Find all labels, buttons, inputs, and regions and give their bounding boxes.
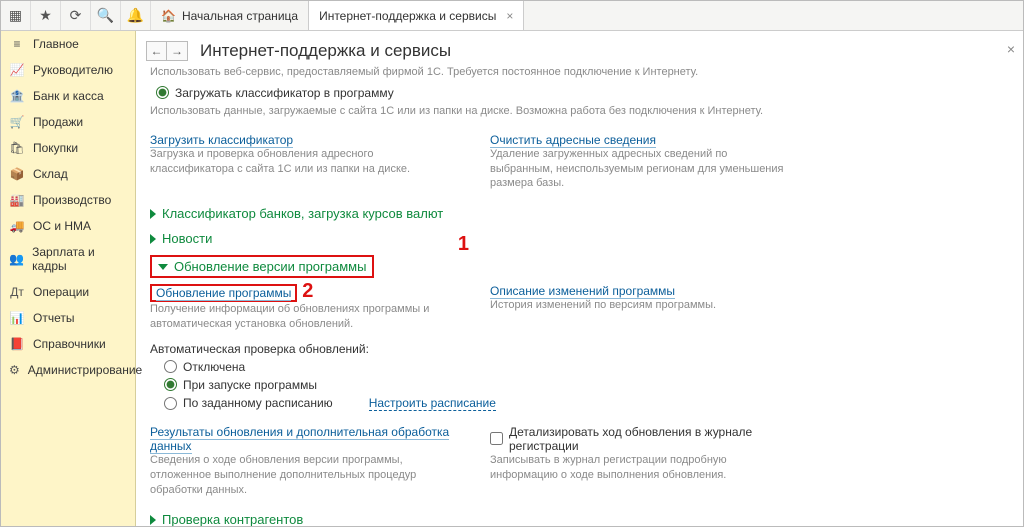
sidebar-item-assets[interactable]: 🚚ОС и НМА xyxy=(1,213,135,239)
search-icon[interactable]: 🔍 xyxy=(91,1,121,30)
intro-text-1: Использовать веб-сервис, предоставляемый… xyxy=(150,65,1009,80)
sidebar-item-manager[interactable]: 📈Руководителю xyxy=(1,57,135,83)
sidebar-item-refs[interactable]: 📕Справочники xyxy=(1,331,135,357)
sidebar-item-stock[interactable]: 📦Склад xyxy=(1,161,135,187)
bars-icon: 📊 xyxy=(9,311,25,325)
autocheck-label: Автоматическая проверка обновлений: xyxy=(150,342,1009,356)
chevron-right-icon xyxy=(150,209,156,219)
top-toolbar: ▦ ★ ⟳ 🔍 🔔 🏠 Начальная страница Интернет-… xyxy=(1,1,1023,31)
radio-autocheck-startup[interactable] xyxy=(164,378,177,391)
cart-icon: 🛒 xyxy=(9,115,25,129)
sidebar: ≡Главное 📈Руководителю 🏦Банк и касса 🛒Пр… xyxy=(1,31,136,526)
people-icon: 👥 xyxy=(9,252,24,266)
chevron-right-icon xyxy=(150,515,156,525)
box-icon: 📦 xyxy=(9,167,25,181)
book-icon: 📕 xyxy=(9,337,25,351)
section-classifier[interactable]: Классификатор банков, загрузка курсов ва… xyxy=(150,201,1009,226)
content-scroll[interactable]: Использовать веб-сервис, предоставляемый… xyxy=(136,65,1023,526)
desc-update-results: Сведения о ходе обновления версии програ… xyxy=(150,453,450,498)
content-area: × ← → Интернет-поддержка и сервисы Испол… xyxy=(136,31,1023,526)
chevron-right-icon xyxy=(150,234,156,244)
link-clear-addresses[interactable]: Очистить адресные сведения xyxy=(490,133,656,148)
tab-current[interactable]: Интернет-поддержка и сервисы × xyxy=(309,1,524,30)
link-configure-schedule[interactable]: Настроить расписание xyxy=(369,396,496,411)
gear-icon: ⚙ xyxy=(9,363,20,377)
sidebar-item-operations[interactable]: ДтОперации xyxy=(1,279,135,305)
link-load-classifier[interactable]: Загрузить классификатор xyxy=(150,133,293,148)
page-close-icon[interactable]: × xyxy=(1007,41,1015,57)
sidebar-item-purchases[interactable]: 🛍Покупки xyxy=(1,135,135,161)
home-icon: 🏠 xyxy=(161,9,176,23)
bag-icon: 🛍 xyxy=(9,141,25,155)
chart-icon: 📈 xyxy=(9,63,25,77)
desc-update-program: Получение информации об обновлениях прог… xyxy=(150,302,450,332)
bank-icon: 🏦 xyxy=(9,89,25,103)
sync-icon[interactable]: ⟳ xyxy=(61,1,91,30)
app-window: ▦ ★ ⟳ 🔍 🔔 🏠 Начальная страница Интернет-… xyxy=(0,0,1024,527)
sidebar-item-bank[interactable]: 🏦Банк и касса xyxy=(1,83,135,109)
truck-icon: 🚚 xyxy=(9,219,25,233)
back-icon[interactable]: ← xyxy=(147,42,167,60)
sidebar-item-production[interactable]: 🏭Производство xyxy=(1,187,135,213)
factory-icon: 🏭 xyxy=(9,193,25,207)
sidebar-item-admin[interactable]: ⚙Администрирование xyxy=(1,357,135,383)
annotation-2: 2 xyxy=(302,280,313,303)
radio-autocheck-schedule[interactable] xyxy=(164,397,177,410)
star-icon[interactable]: ★ xyxy=(31,1,61,30)
bell-icon[interactable]: 🔔 xyxy=(121,1,151,30)
chevron-down-icon xyxy=(158,264,168,270)
sidebar-item-hr[interactable]: 👥Зарплата и кадры xyxy=(1,239,135,279)
close-icon[interactable]: × xyxy=(506,9,513,23)
desc-detail-log: Записывать в журнал регистрации подробну… xyxy=(490,453,790,483)
radio-autocheck-off[interactable] xyxy=(164,360,177,373)
link-changelog[interactable]: Описание изменений программы xyxy=(490,284,675,299)
radio-load-classifier[interactable] xyxy=(156,86,169,99)
forward-icon[interactable]: → xyxy=(167,42,187,60)
section-check-counterparties[interactable]: Проверка контрагентов xyxy=(150,507,1009,526)
radio-load-classifier-row: Загружать классификатор в программу xyxy=(156,86,1009,100)
desc-load-classifier: Загрузка и проверка обновления адресного… xyxy=(150,147,450,177)
sidebar-item-sales[interactable]: 🛒Продажи xyxy=(1,109,135,135)
desc-changelog: История изменений по версиям программы. xyxy=(490,298,790,313)
section-update-version[interactable]: Обновление версии программы xyxy=(150,255,374,278)
apps-grid-icon[interactable]: ▦ xyxy=(1,1,31,30)
desc-clear-addresses: Удаление загруженных адресных сведений п… xyxy=(490,147,790,192)
tab-home[interactable]: 🏠 Начальная страница xyxy=(151,1,309,30)
sidebar-item-main[interactable]: ≡Главное xyxy=(1,31,135,57)
checkbox-detail-log[interactable] xyxy=(490,432,503,445)
menu-icon: ≡ xyxy=(9,37,25,51)
tab-home-label: Начальная страница xyxy=(182,9,298,23)
tab-current-label: Интернет-поддержка и сервисы xyxy=(319,9,496,23)
link-update-results[interactable]: Результаты обновления и дополнительная о… xyxy=(150,425,449,454)
sidebar-item-reports[interactable]: 📊Отчеты xyxy=(1,305,135,331)
section-news[interactable]: Новости xyxy=(150,226,1009,251)
intro-text-2: Использовать данные, загружаемые с сайта… xyxy=(150,104,1009,119)
page-title: Интернет-поддержка и сервисы xyxy=(200,41,451,61)
ledger-icon: Дт xyxy=(9,285,25,299)
nav-history: ← → xyxy=(146,41,188,61)
annotation-1: 1 xyxy=(458,233,469,256)
link-update-program[interactable]: Обновление программы xyxy=(156,286,291,301)
